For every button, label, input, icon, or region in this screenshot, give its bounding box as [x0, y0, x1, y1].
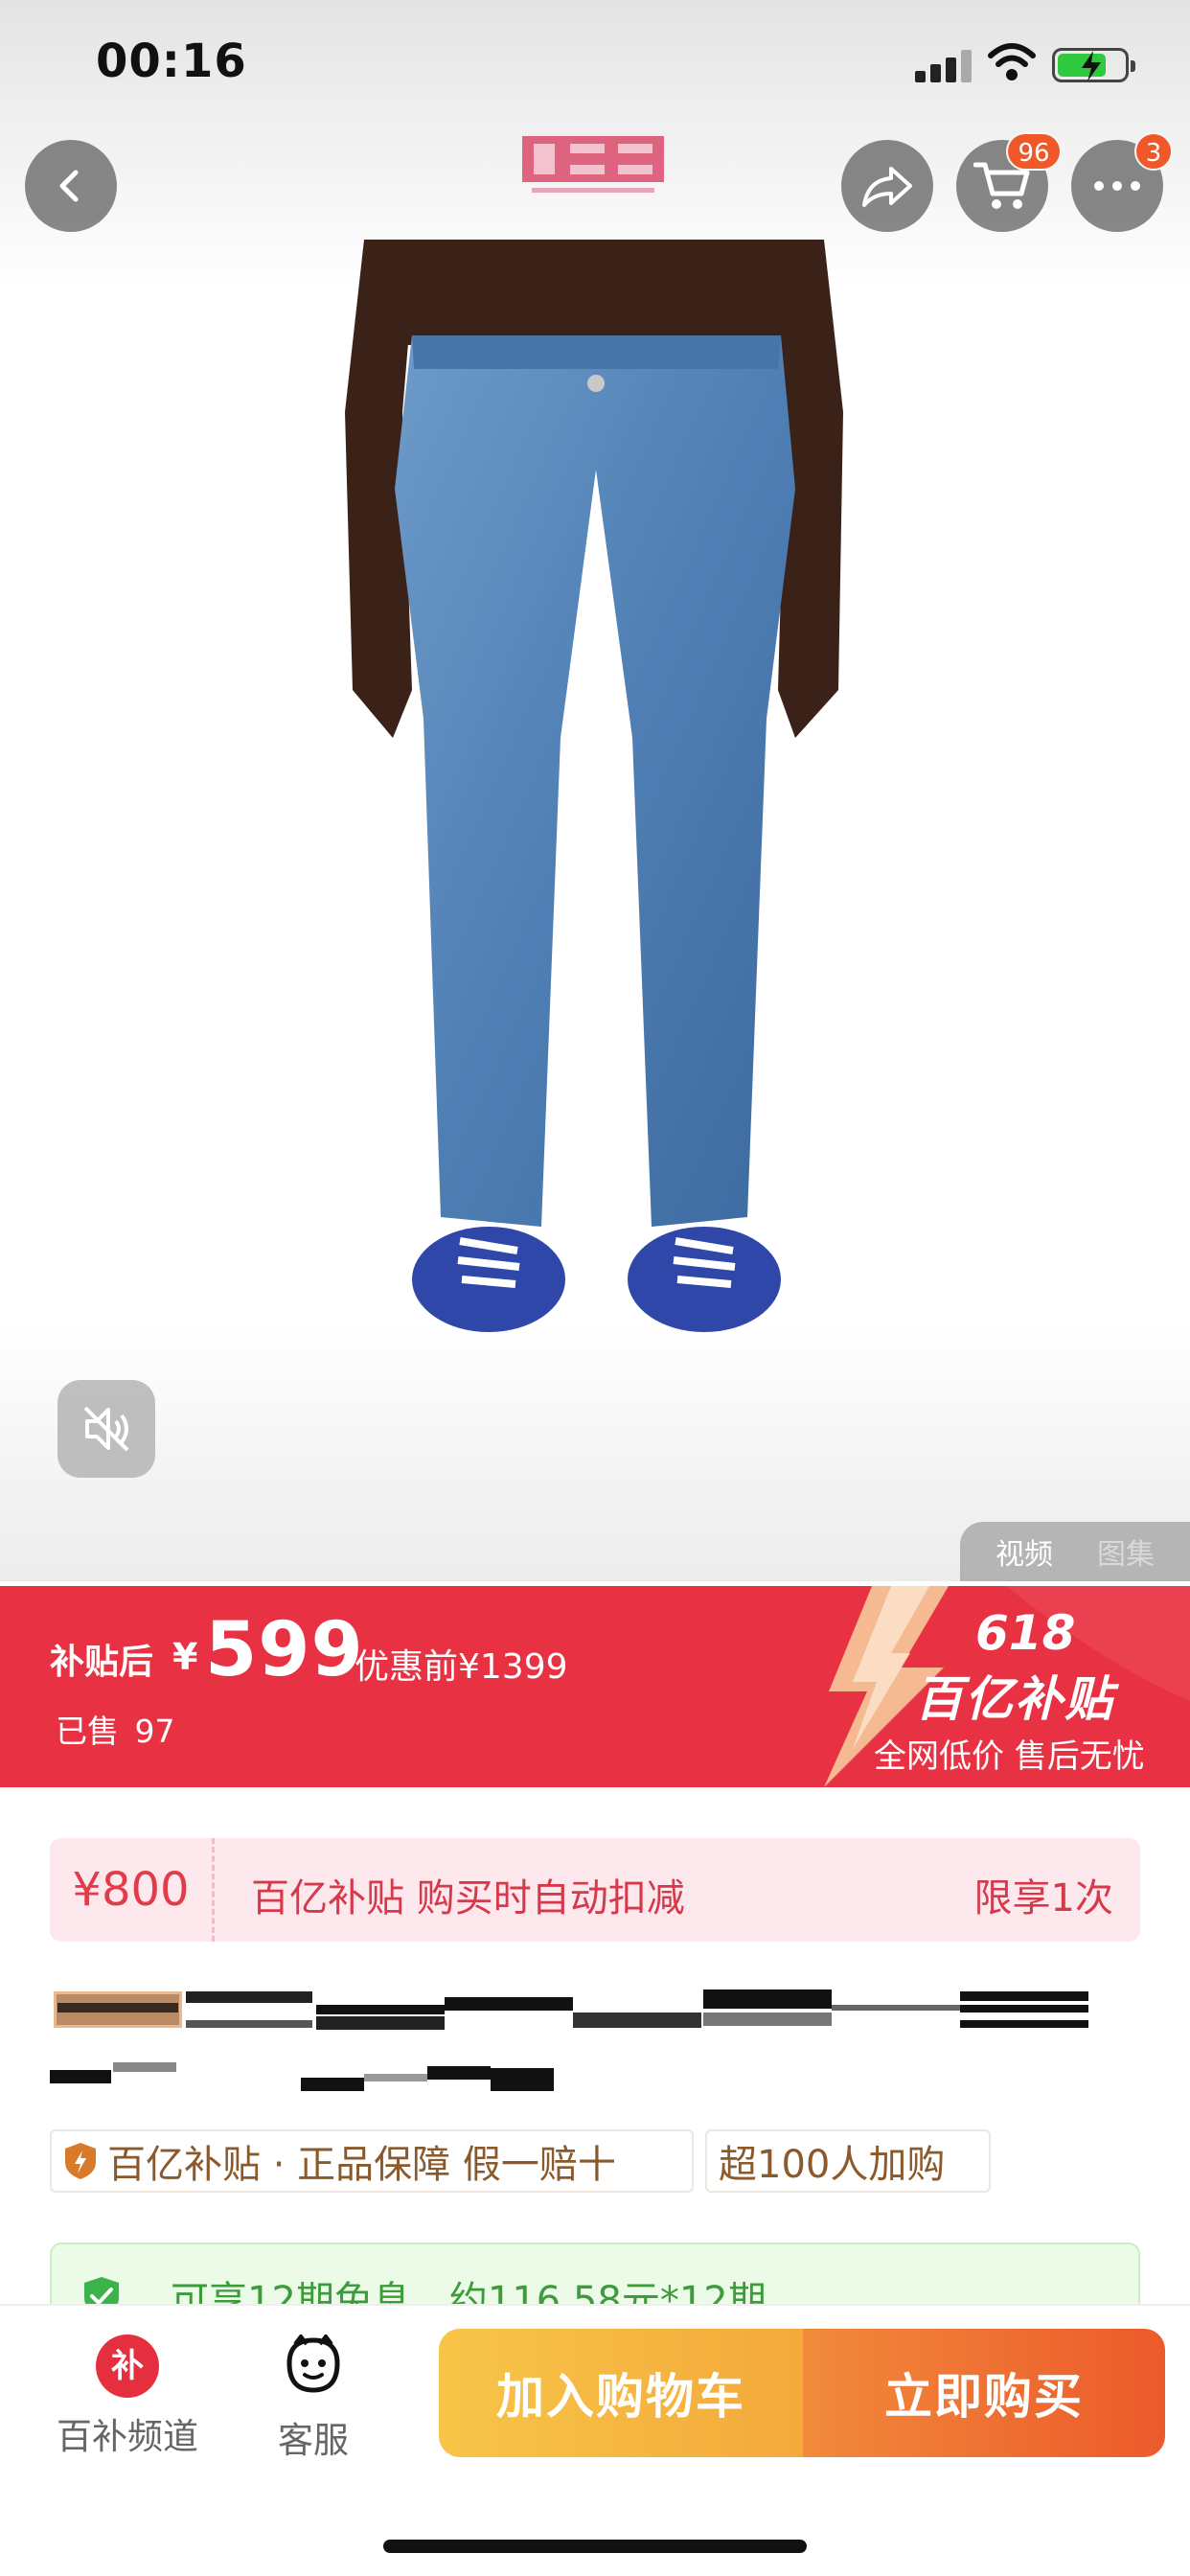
battery-icon: [1052, 48, 1135, 82]
back-button[interactable]: [25, 140, 117, 232]
shield-icon: [65, 2143, 96, 2179]
popularity-tag-text: 超100人加购: [719, 2143, 946, 2187]
subsidy-channel-button[interactable]: 补 百补频道: [46, 2334, 209, 2459]
customer-service-label: 客服: [278, 2420, 349, 2461]
campaign-name: 百亿补贴: [915, 1671, 1114, 1727]
speaker-muted-icon: [83, 1406, 129, 1452]
mute-button[interactable]: [57, 1380, 155, 1478]
purchase-actions: 加入购物车 立即购买: [439, 2329, 1165, 2457]
product-gallery[interactable]: 00:16 96 3 视频 图集: [0, 0, 1190, 1581]
bottom-action-bar: 补 百补频道 客服 加入购物车 立即购买: [0, 2304, 1190, 2576]
subsidy-channel-label: 百补频道: [57, 2416, 198, 2457]
tab-gallery[interactable]: 图集: [1097, 1530, 1155, 1573]
cart-button[interactable]: 96: [956, 132, 1062, 232]
sold-count: 已售 97: [50, 1706, 175, 1752]
store-logo: [522, 136, 664, 193]
customer-service-icon: [286, 2333, 340, 2393]
cellular-signal-icon: [915, 50, 973, 82]
sold-label: 已售: [56, 1713, 119, 1750]
share-button[interactable]: [841, 140, 933, 232]
buy-now-button[interactable]: 立即购买: [803, 2329, 1165, 2457]
status-time: 00:16: [96, 34, 247, 88]
customer-service-button[interactable]: 客服: [261, 2333, 366, 2463]
cart-count-badge: 96: [1006, 132, 1062, 171]
add-to-cart-button[interactable]: 加入购物车: [439, 2329, 803, 2457]
coupon-amount: ¥800: [50, 1838, 215, 1942]
popularity-tag: 超100人加购: [705, 2129, 991, 2193]
message-count-badge: 3: [1134, 132, 1173, 171]
current-price: 599: [205, 1607, 364, 1693]
tab-video[interactable]: 视频: [995, 1530, 1053, 1573]
currency-symbol: ¥: [172, 1636, 198, 1678]
product-title-redacted: [50, 1988, 1094, 2103]
original-price: 优惠前¥1399: [355, 1647, 568, 1687]
subsidy-channel-icon: 补: [96, 2334, 159, 2398]
sold-number: 97: [134, 1713, 175, 1750]
more-dots-icon: [1094, 181, 1140, 191]
subsidy-coupon[interactable]: ¥800 百亿补贴 购买时自动扣减 限享1次: [50, 1838, 1140, 1942]
price-banner: 补贴后 ¥ 599 优惠前¥1399 已售 97 618 百亿补贴 全网低价 售…: [0, 1586, 1190, 1787]
after-subsidy-label: 补贴后: [50, 1643, 154, 1682]
more-button[interactable]: 3: [1071, 132, 1173, 232]
share-icon: [862, 167, 912, 207]
guarantee-tag-text: 百亿补贴 · 正品保障 假一赔十: [107, 2143, 616, 2187]
chevron-left-icon: [59, 170, 79, 202]
product-image: [345, 240, 843, 1332]
coupon-description: 百亿补贴 购买时自动扣减: [251, 1876, 685, 1920]
campaign-slogan: 全网低价 售后无忧: [874, 1737, 1145, 1776]
wifi-icon: [988, 43, 1036, 80]
coupon-limit: 限享1次: [973, 1876, 1113, 1920]
media-tabs: 视频 图集: [960, 1522, 1190, 1581]
guarantee-tag[interactable]: 百亿补贴 · 正品保障 假一赔十: [50, 2129, 694, 2193]
home-indicator[interactable]: [383, 2540, 807, 2553]
status-bar: 00:16: [0, 0, 1190, 125]
campaign-618: 618: [975, 1605, 1076, 1661]
